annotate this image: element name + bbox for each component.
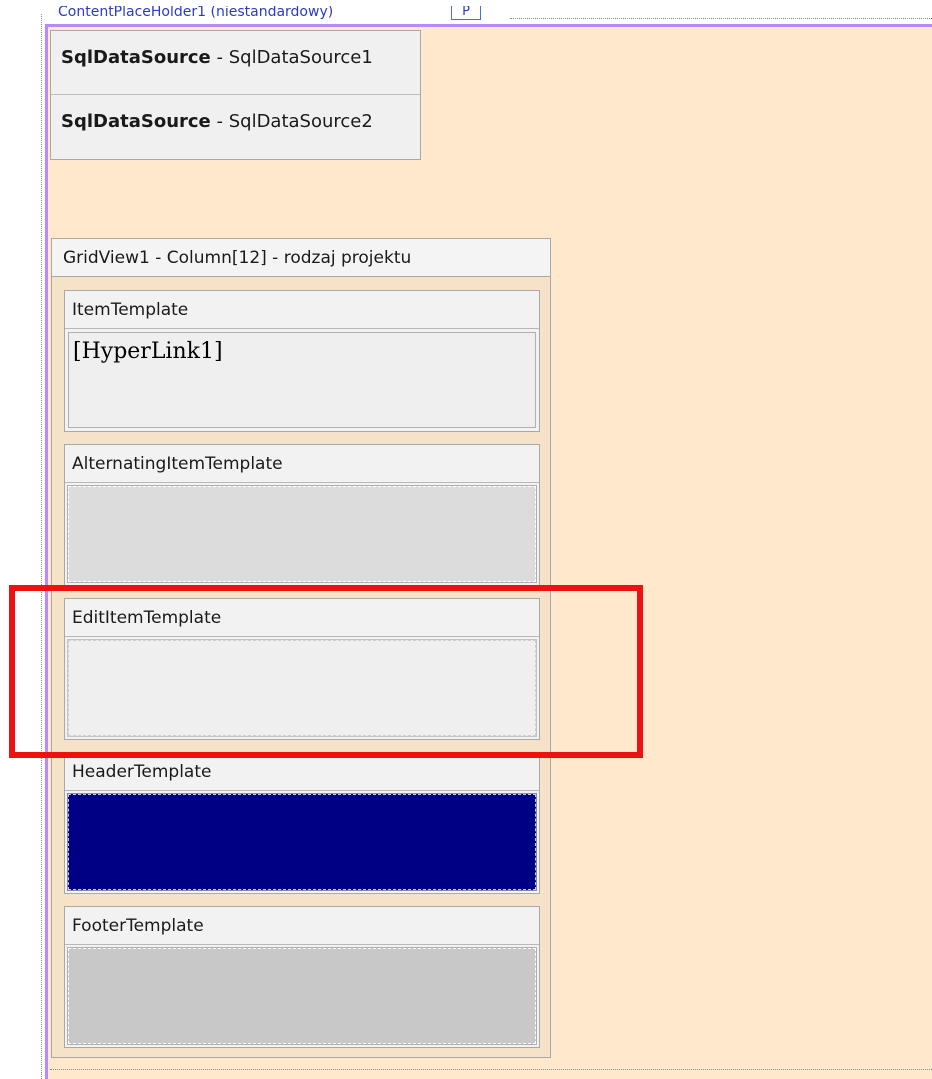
- data-sources-panel: SqlDataSource - SqlDataSource1 SqlDataSo…: [50, 30, 421, 160]
- sqldatasource2-control[interactable]: SqlDataSource - SqlDataSource2: [51, 95, 420, 159]
- sqldatasource1-control[interactable]: SqlDataSource - SqlDataSource1: [51, 31, 420, 95]
- hyperlink1-control[interactable]: [HyperLink1]: [73, 339, 223, 364]
- datasource-type: SqlDataSource: [61, 47, 211, 68]
- content-placeholder-label[interactable]: ContentPlaceHolder1 (niestandardowy): [58, 6, 333, 21]
- template-content-area[interactable]: [67, 947, 537, 1045]
- page-left-dotted-guide: [41, 14, 42, 1079]
- page-top-dotted-guide: [510, 18, 932, 19]
- template-content-area[interactable]: [HyperLink1]: [68, 332, 536, 428]
- datasource-separator: -: [210, 47, 229, 68]
- footer-template[interactable]: FooterTemplate: [64, 906, 540, 1048]
- datasource-id: SqlDataSource1: [228, 47, 373, 68]
- datasource-type: SqlDataSource: [61, 111, 211, 132]
- datasource-separator: -: [210, 111, 229, 132]
- paragraph-tag-badge[interactable]: P: [451, 6, 481, 20]
- template-header: EditItemTemplate: [65, 599, 539, 637]
- template-content-area[interactable]: [67, 639, 537, 737]
- design-surface: ContentPlaceHolder1 (niestandardowy) P S…: [0, 0, 932, 1079]
- template-content-area[interactable]: [67, 485, 537, 583]
- alternating-item-template[interactable]: AlternatingItemTemplate: [64, 444, 540, 586]
- content-placeholder-left-border: [45, 24, 48, 1079]
- edit-item-template[interactable]: EditItemTemplate: [64, 598, 540, 740]
- template-header: HeaderTemplate: [65, 753, 539, 791]
- content-placeholder-top-border: [45, 24, 932, 27]
- header-template[interactable]: HeaderTemplate: [64, 752, 540, 894]
- template-header: AlternatingItemTemplate: [65, 445, 539, 483]
- page-bottom-dotted-guide: [50, 1069, 932, 1070]
- datasource-id: SqlDataSource2: [228, 111, 373, 132]
- template-header: ItemTemplate: [65, 291, 539, 329]
- gridview-template-editor-title[interactable]: GridView1 - Column[12] - rodzaj projektu: [51, 238, 551, 277]
- template-content-area[interactable]: [67, 793, 537, 891]
- template-header: FooterTemplate: [65, 907, 539, 945]
- item-template[interactable]: ItemTemplate [HyperLink1]: [64, 290, 540, 432]
